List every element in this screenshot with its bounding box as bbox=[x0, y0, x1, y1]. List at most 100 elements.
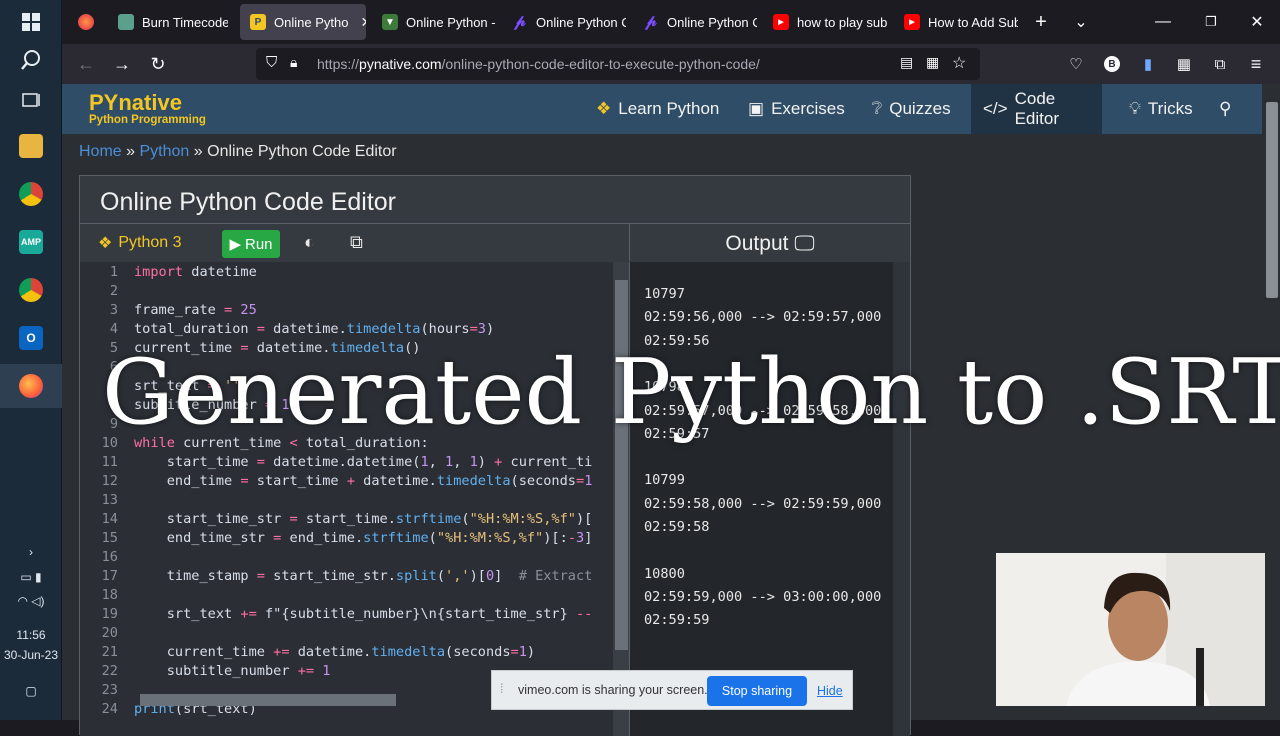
firefox-view-icon[interactable] bbox=[68, 4, 104, 40]
menu-quizzes[interactable]: ❔︎ Quizzes bbox=[860, 84, 963, 134]
url-text[interactable]: https://pynative.com/online-python-code-… bbox=[317, 56, 760, 72]
output-line: 02:59:59,000 --> 03:00:00,000 bbox=[644, 588, 882, 605]
minimize-icon[interactable]: — bbox=[1140, 0, 1186, 44]
tab-online-python-pynative[interactable]: P Online Pytho ✕ bbox=[240, 4, 366, 40]
code-area[interactable]: 1 import datetime 2 3 frame_rate = 25 4 total_… bbox=[80, 262, 630, 736]
breadcrumb-current: Online Python Code Editor bbox=[207, 143, 397, 160]
outlook-icon[interactable]: O bbox=[0, 316, 62, 360]
run-button[interactable]: ▶ Run bbox=[222, 230, 280, 258]
apps-grid-icon[interactable]: ▦ bbox=[1170, 50, 1198, 78]
output-line: 02:59:58 bbox=[644, 519, 710, 535]
language-selector[interactable]: ❖ Python 3 bbox=[98, 233, 182, 253]
chrome-profile-icon[interactable] bbox=[0, 172, 62, 216]
restore-icon[interactable]: ❐ bbox=[1188, 0, 1234, 44]
code-line[interactable]: current_time += datetime.timedelta(secon… bbox=[134, 644, 535, 660]
close-tab-icon[interactable]: ✕ bbox=[360, 14, 366, 31]
code-line[interactable]: frame_rate = 25 bbox=[134, 302, 257, 318]
code-scrollbar-thumb[interactable] bbox=[615, 280, 628, 650]
menu-learn-python[interactable]: ❖ Learn Python bbox=[584, 84, 731, 134]
output-area: 10797 02:59:56,000 --> 02:59:57,000 02:59:… bbox=[630, 262, 910, 736]
line-number: 20 bbox=[101, 625, 118, 641]
code-line[interactable]: srt_text += f"{subtitle_number}\n{start_… bbox=[134, 606, 593, 622]
reload-icon[interactable]: ↻ bbox=[144, 50, 172, 78]
theme-toggle-icon[interactable]: ◐ bbox=[304, 232, 315, 253]
search-icon[interactable] bbox=[0, 38, 62, 82]
hamburger-menu-icon[interactable]: ≡ bbox=[1242, 50, 1270, 78]
firefox-icon[interactable] bbox=[0, 364, 62, 408]
task-view-icon[interactable] bbox=[0, 78, 62, 122]
tracking-shield-icon[interactable]: ⛉ bbox=[266, 54, 277, 71]
code-line[interactable]: start_time = datetime.datetime(1, 1, 1) … bbox=[134, 454, 593, 470]
code-line[interactable]: total_duration = datetime.timedelta(hour… bbox=[134, 321, 494, 337]
chevron-up-icon[interactable]: › bbox=[0, 545, 62, 559]
site-search-icon[interactable]: ⚲ bbox=[1207, 84, 1243, 134]
code-line[interactable]: end_time_str = end_time.strftime("%H:%M:… bbox=[134, 530, 593, 546]
code-line[interactable]: subtitle_number += 1 bbox=[134, 663, 331, 679]
line-number: 15 bbox=[101, 530, 118, 546]
line-number: 16 bbox=[101, 549, 118, 565]
close-window-icon[interactable]: ✕ bbox=[1234, 0, 1280, 44]
reader-view-icon[interactable]: ▤ bbox=[900, 54, 913, 71]
horizontal-scrollbar[interactable] bbox=[140, 694, 396, 706]
amp-app-icon[interactable]: AMP bbox=[0, 220, 62, 264]
line-number: 3 bbox=[109, 302, 118, 318]
line-number: 4 bbox=[109, 321, 118, 337]
clock-time[interactable]: 11:56 bbox=[0, 628, 62, 642]
p-logo-icon: 𝓅 bbox=[645, 13, 657, 30]
url-bar[interactable]: ⛉ 🔒︎ https://pynative.com/online-python-… bbox=[256, 48, 980, 80]
code-line[interactable]: time_stamp = start_time_str.split(',')[0… bbox=[134, 568, 593, 584]
code-line[interactable]: start_time_str = start_time.strftime("%H… bbox=[134, 511, 593, 527]
monitor-code-icon: ▣ bbox=[748, 99, 765, 118]
hide-link[interactable]: Hide bbox=[817, 684, 843, 698]
tab-title: Online Python C bbox=[536, 14, 626, 30]
bookmark-extension-icon[interactable]: ▮ bbox=[1134, 50, 1162, 78]
notification-icon[interactable]: ▢ bbox=[0, 684, 62, 698]
tab-online-python-3[interactable]: 𝓅 Online Python C bbox=[502, 4, 626, 40]
stop-sharing-button[interactable]: Stop sharing bbox=[707, 676, 807, 706]
python-logo-icon: ❖ bbox=[596, 99, 612, 118]
drag-handle-icon[interactable]: ⁞ bbox=[500, 682, 503, 696]
tab-online-python-2[interactable]: ▼ Online Python - bbox=[372, 4, 496, 40]
copy-icon[interactable]: ⧉ bbox=[350, 232, 363, 253]
page-scrollbar-thumb[interactable] bbox=[1266, 102, 1278, 298]
menu-label: Learn Python bbox=[618, 99, 720, 118]
site-logo-title[interactable]: PYnative bbox=[89, 90, 182, 116]
tab-how-to-play-subtitles[interactable]: ▶ how to play subt bbox=[763, 4, 887, 40]
line-number: 17 bbox=[101, 568, 118, 584]
youtube-icon: ▶ bbox=[904, 14, 920, 30]
site-logo-subtitle[interactable]: Python Programming bbox=[89, 114, 206, 126]
shield-icon: ▼ bbox=[382, 14, 398, 30]
menu-exercises[interactable]: ▣ Exercises bbox=[736, 84, 857, 134]
youtube-icon: ▶ bbox=[773, 14, 789, 30]
webcam-video bbox=[996, 553, 1265, 706]
lock-icon[interactable]: 🔒︎ bbox=[290, 54, 297, 71]
site-header: PYnative Python Programming ❖ Learn Pyth… bbox=[62, 84, 1262, 134]
back-arrow-icon[interactable]: ← bbox=[72, 50, 100, 78]
tab-title: Burn Timecode bbox=[142, 14, 228, 30]
breadcrumb-python[interactable]: Python bbox=[140, 143, 190, 160]
forward-arrow-icon[interactable]: → bbox=[108, 50, 136, 78]
bookmark-star-icon[interactable]: ☆ bbox=[952, 53, 966, 73]
code-line[interactable]: end_time = start_time + datetime.timedel… bbox=[134, 473, 593, 489]
wifi-volume-icon[interactable]: ◠ ◁) bbox=[0, 594, 62, 608]
file-explorer-icon[interactable] bbox=[0, 124, 62, 168]
chrome-icon[interactable] bbox=[0, 268, 62, 312]
tab-online-python-4[interactable]: 𝓅 Online Python C bbox=[633, 4, 757, 40]
output-scrollbar[interactable] bbox=[893, 262, 910, 736]
tab-how-to-add-subtitles[interactable]: ▶ How to Add Sub bbox=[894, 4, 1018, 40]
tab-title: How to Add Sub bbox=[928, 14, 1018, 30]
menu-code-editor[interactable]: </> Code Editor bbox=[971, 84, 1102, 134]
tab-burn-timecode[interactable]: Burn Timecode bbox=[108, 4, 228, 40]
editor-title: Online Python Code Editor bbox=[100, 188, 397, 216]
extensions-puzzle-icon[interactable]: ⧉ bbox=[1206, 50, 1234, 78]
sharing-message: vimeo.com is sharing your screen. bbox=[518, 683, 708, 697]
code-line[interactable]: import datetime bbox=[134, 264, 257, 280]
menu-label: Exercises bbox=[771, 99, 845, 118]
clock-date[interactable]: 30-Jun-23 bbox=[0, 648, 62, 662]
pocket-icon[interactable]: ♡ bbox=[1062, 50, 1090, 78]
extension-grid-icon[interactable]: ▦ bbox=[926, 54, 939, 71]
account-b-icon[interactable]: B bbox=[1098, 50, 1126, 78]
menu-tricks[interactable]: 💡︎ Tricks bbox=[1117, 84, 1205, 134]
breadcrumb-home[interactable]: Home bbox=[79, 143, 122, 160]
list-tabs-chevron-icon[interactable]: ⌄ bbox=[1058, 0, 1104, 44]
